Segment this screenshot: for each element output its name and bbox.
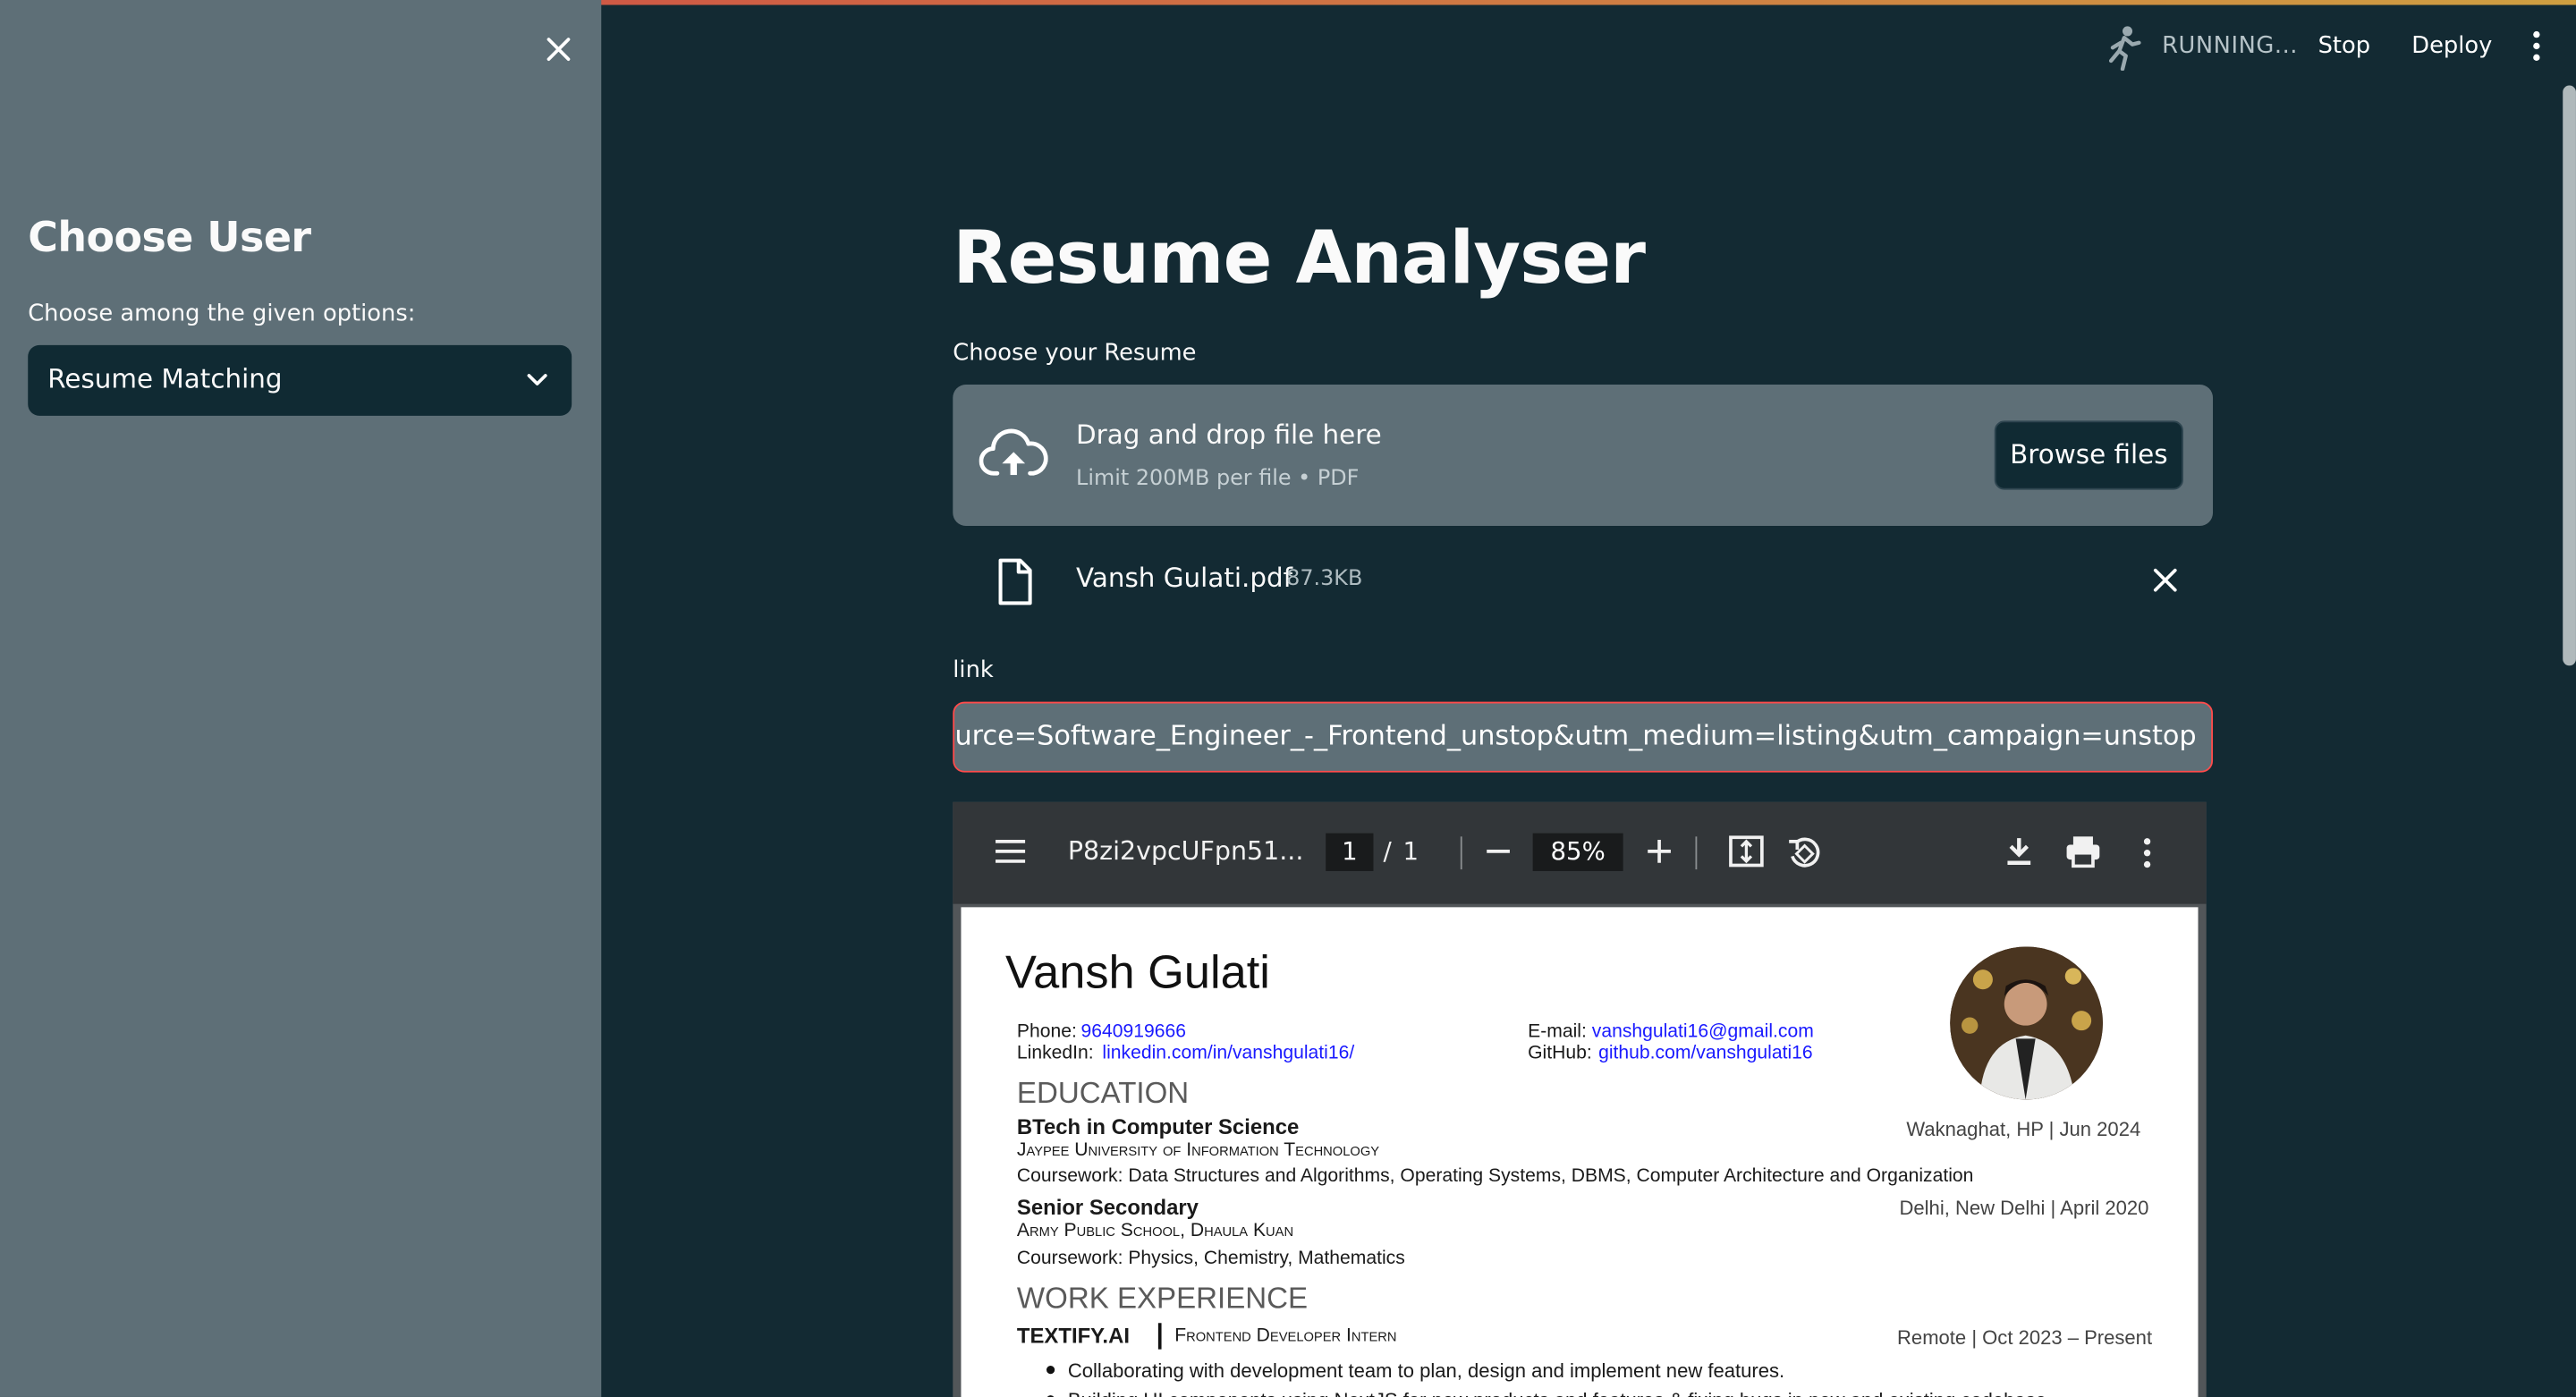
edu1-place: Waknaghat, HP | Jun 2024 xyxy=(1906,1117,2141,1141)
uploaded-file-size: 87.3KB xyxy=(1286,566,1363,592)
select-label: Choose among the given options: xyxy=(28,301,416,327)
sidebar-title: Choose User xyxy=(28,213,311,262)
linkedin-link[interactable]: linkedin.com/in/vanshgulati16/ xyxy=(1102,1044,1354,1063)
phone-link[interactable]: 9640919666 xyxy=(1081,1022,1186,1042)
pdf-page: Vansh Gulati Phone: 9640919666 LinkedIn:… xyxy=(961,907,2199,1397)
pdf-zoom-input[interactable]: 85% xyxy=(1532,833,1623,871)
sidebar: Choose User Choose among the given optio… xyxy=(0,0,602,1397)
pdf-page-input[interactable]: 1 xyxy=(1326,833,1374,871)
browse-files-button[interactable]: Browse files xyxy=(1994,420,2183,490)
zoom-in-icon[interactable] xyxy=(1646,838,1672,864)
app-header: RUNNING... Stop Deploy xyxy=(601,0,2576,92)
edu1-degree: BTech in Computer Science xyxy=(1016,1113,1300,1139)
linkedin-label: LinkedIn: xyxy=(1016,1043,1094,1063)
rotate-icon[interactable] xyxy=(1785,835,1821,871)
edu2-place: Delhi, New Delhi | April 2020 xyxy=(1899,1196,2149,1220)
email-link[interactable]: vanshgulati16@gmail.com xyxy=(1592,1022,1814,1042)
pdf-page-total: 1 xyxy=(1402,836,1419,867)
zoom-out-icon[interactable] xyxy=(1485,838,1511,864)
print-icon[interactable] xyxy=(2065,835,2101,868)
running-status: RUNNING... xyxy=(2162,32,2299,60)
edu1-coursework: Coursework: Data Structures and Algorith… xyxy=(1016,1166,1974,1187)
upload-label: Choose your Resume xyxy=(953,340,1197,367)
uploaded-file-name: Vansh Gulati.pdf xyxy=(1076,562,1293,594)
remove-file-icon[interactable] xyxy=(2152,567,2178,593)
running-man-icon xyxy=(2108,26,2141,72)
deploy-button[interactable]: Deploy xyxy=(2411,33,2492,59)
pdf-toolbar: P8zi2vpcUFpn51... 1 / 1 85% xyxy=(953,801,2207,904)
page-title: Resume Analyser xyxy=(953,216,1646,301)
toolbar-divider xyxy=(1695,836,1698,870)
edu2-degree: Senior Secondary xyxy=(1016,1194,1199,1220)
pdf-viewer: P8zi2vpcUFpn51... 1 / 1 85% Vansh Gulati… xyxy=(953,801,2207,1397)
job-role: Frontend Developer Intern xyxy=(1174,1325,1397,1346)
fit-page-icon[interactable] xyxy=(1728,835,1764,868)
github-label: GitHub: xyxy=(1528,1043,1592,1063)
company-divider xyxy=(1157,1323,1162,1350)
dropzone-title: Drag and drop file here xyxy=(1076,419,1382,451)
edu2-coursework: Coursework: Physics, Chemistry, Mathemat… xyxy=(1016,1249,1405,1269)
more-options-icon[interactable] xyxy=(2138,835,2157,871)
page-scrollbar[interactable] xyxy=(2563,85,2576,666)
resume-name: Vansh Gulati xyxy=(1005,946,1270,1000)
education-heading: EDUCATION xyxy=(1016,1076,1190,1110)
file-dropzone[interactable]: Drag and drop file here Limit 200MB per … xyxy=(953,384,2214,527)
cloud-upload-icon xyxy=(979,428,1048,476)
stop-button[interactable]: Stop xyxy=(2318,33,2370,59)
user-select[interactable]: Resume Matching xyxy=(28,344,572,416)
close-sidebar-icon[interactable] xyxy=(542,33,575,66)
job-place: Remote | Oct 2023 – Present xyxy=(1897,1325,2153,1350)
hamburger-menu-icon[interactable] xyxy=(994,838,1027,864)
chevron-down-icon xyxy=(527,374,547,385)
edu1-school: Jaypee University of Information Technol… xyxy=(1016,1140,1380,1161)
file-icon xyxy=(998,558,1032,605)
pdf-filename: P8zi2vpcUFpn51... xyxy=(1067,836,1304,867)
profile-photo xyxy=(1950,946,2103,1100)
link-input[interactable]: 58?utm_source=Software_Engineer_-_Fronte… xyxy=(953,701,2214,773)
main-menu-icon[interactable] xyxy=(2527,26,2546,65)
bullet-icon xyxy=(1046,1366,1055,1375)
github-link[interactable]: github.com/vanshgulati16 xyxy=(1598,1044,1813,1063)
pdf-page-separator: / xyxy=(1383,836,1392,867)
job-bullet-2: Building UI components using NextJS for … xyxy=(1068,1389,2052,1397)
work-heading: WORK EXPERIENCE xyxy=(1016,1282,1309,1316)
email-label: E-mail: xyxy=(1528,1021,1587,1043)
link-input-value: 58?utm_source=Software_Engineer_-_Fronte… xyxy=(954,719,2197,751)
job-company: TEXTIFY.AI xyxy=(1016,1323,1130,1348)
uploaded-file-row: Vansh Gulati.pdf 87.3KB xyxy=(953,547,2213,616)
phone-label: Phone: xyxy=(1016,1021,1077,1043)
edu2-school: Army Public School, Dhaula Kuan xyxy=(1016,1221,1294,1241)
download-icon[interactable] xyxy=(2004,835,2034,868)
user-select-value: Resume Matching xyxy=(47,363,283,395)
toolbar-divider xyxy=(1460,836,1462,870)
dropzone-subtitle: Limit 200MB per file • PDF xyxy=(1076,466,1360,492)
link-label: link xyxy=(953,657,994,684)
job-bullet-1: Collaborating with development team to p… xyxy=(1067,1359,1785,1383)
